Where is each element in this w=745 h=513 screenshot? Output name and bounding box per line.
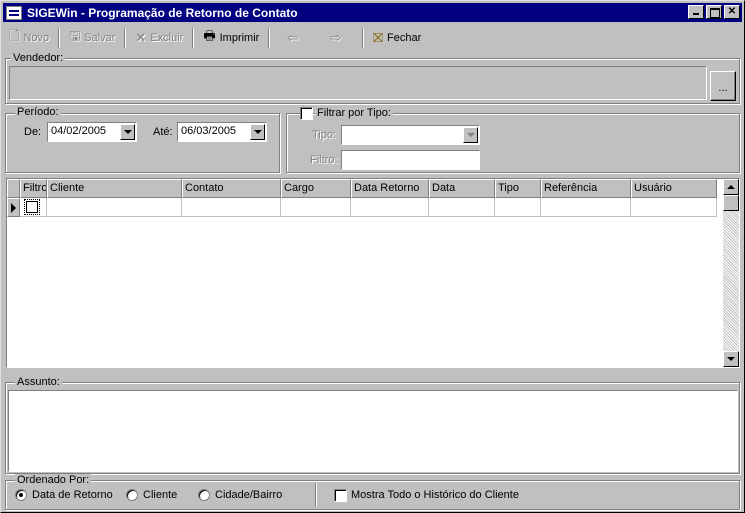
ordenado-label: Ordenado Por: bbox=[15, 474, 92, 486]
filtrar-tipo-checkbox[interactable] bbox=[300, 107, 313, 120]
cell-filtro[interactable] bbox=[20, 198, 47, 217]
title-bar[interactable]: SIGEWin - Programação de Retorno de Cont… bbox=[3, 3, 742, 22]
radio-cidade-bairro-label[interactable]: Cidade/Bairro bbox=[215, 489, 282, 501]
radio-cliente-label[interactable]: Cliente bbox=[143, 489, 177, 501]
scroll-thumb[interactable] bbox=[723, 195, 739, 211]
app-icon[interactable] bbox=[6, 5, 22, 20]
cell-usuario[interactable] bbox=[631, 198, 717, 217]
salvar-button[interactable]: 🖫 Salvar bbox=[63, 26, 121, 50]
vendedor-lookup-button[interactable]: ... bbox=[710, 71, 736, 101]
radio-data-retorno-label[interactable]: Data de Retorno bbox=[32, 489, 113, 501]
fechar-button[interactable]: ⛝ Fechar bbox=[367, 26, 427, 50]
cell-data[interactable] bbox=[429, 198, 495, 217]
filtrar-tipo-label: Filtrar por Tipo: bbox=[315, 107, 393, 119]
vendedor-field[interactable] bbox=[9, 66, 707, 100]
minimize-button[interactable] bbox=[688, 5, 704, 19]
new-document-icon: 🗋 bbox=[9, 28, 20, 43]
column-header-filtro[interactable]: Filtro bbox=[20, 179, 47, 198]
next-button[interactable]: ⇨ bbox=[316, 26, 359, 50]
periodo-label: Período: bbox=[15, 106, 61, 118]
cell-referencia[interactable] bbox=[541, 198, 631, 217]
cell-cliente[interactable] bbox=[47, 198, 182, 217]
toolbar-separator bbox=[362, 28, 365, 48]
close-button[interactable]: ✕ bbox=[724, 5, 740, 19]
filtro-cell-checkbox[interactable] bbox=[24, 199, 40, 215]
chevron-down-icon[interactable] bbox=[120, 124, 135, 140]
current-row-indicator-icon bbox=[7, 198, 20, 217]
tipo-label: Tipo: bbox=[312, 129, 337, 141]
column-header-tipo[interactable]: Tipo bbox=[495, 179, 541, 198]
filtro-label: Filtro: bbox=[310, 154, 338, 166]
arrow-right-icon: ⇨ bbox=[330, 30, 342, 45]
cell-tipo[interactable] bbox=[495, 198, 541, 217]
vendedor-label: Vendedor: bbox=[11, 52, 66, 64]
excluir-button[interactable]: ✕ Excluir bbox=[129, 26, 189, 50]
tipo-combo[interactable] bbox=[341, 125, 480, 145]
grid-vertical-scrollbar[interactable] bbox=[723, 179, 739, 367]
main-window: SIGEWin - Programação de Retorno de Cont… bbox=[0, 0, 745, 513]
historico-label[interactable]: Mostra Todo o Histórico do Cliente bbox=[351, 489, 519, 501]
ate-label: Até: bbox=[153, 126, 173, 138]
toolbar-separator bbox=[124, 28, 127, 48]
imprimir-button[interactable]: 🖶 Imprimir bbox=[197, 26, 265, 50]
novo-button[interactable]: 🗋 Novo bbox=[3, 26, 55, 50]
cell-cargo[interactable] bbox=[281, 198, 351, 217]
chevron-down-icon[interactable] bbox=[463, 127, 478, 143]
window-title: SIGEWin - Programação de Retorno de Cont… bbox=[27, 5, 298, 20]
delete-x-icon: ✕ bbox=[135, 30, 147, 45]
exit-door-icon: ⛝ bbox=[373, 30, 384, 45]
assunto-label: Assunto: bbox=[15, 376, 62, 388]
de-date-combo[interactable]: 04/02/2005 bbox=[47, 122, 137, 142]
cell-contato[interactable] bbox=[182, 198, 281, 217]
cell-data-retorno[interactable] bbox=[351, 198, 429, 217]
ordenado-separator bbox=[315, 483, 317, 507]
previous-button[interactable]: ⇦ bbox=[273, 26, 316, 50]
column-header-referencia[interactable]: Referência bbox=[541, 179, 631, 198]
ate-date-combo[interactable]: 06/03/2005 bbox=[177, 122, 267, 142]
toolbar-separator bbox=[268, 28, 271, 48]
contacts-grid[interactable]: Filtro Cliente Contato Cargo Data Retorn… bbox=[6, 178, 740, 368]
column-header-contato[interactable]: Contato bbox=[182, 179, 281, 198]
toolbar-separator bbox=[58, 28, 61, 48]
column-header-usuario[interactable]: Usuário bbox=[631, 179, 717, 198]
column-header-cliente[interactable]: Cliente bbox=[47, 179, 182, 198]
filtro-input[interactable] bbox=[341, 150, 480, 170]
arrow-left-icon: ⇦ bbox=[287, 30, 299, 45]
toolbar: 🗋 Novo 🖫 Salvar ✕ Excluir 🖶 Imprimir ⇦ ⇨… bbox=[3, 25, 742, 51]
radio-data-retorno[interactable] bbox=[15, 489, 27, 501]
chevron-down-icon[interactable] bbox=[250, 124, 265, 140]
radio-cidade-bairro[interactable] bbox=[198, 489, 210, 501]
printer-icon: 🖶 bbox=[203, 28, 216, 43]
maximize-button[interactable] bbox=[706, 5, 722, 19]
grid-header-indicator bbox=[7, 179, 20, 198]
column-header-cargo[interactable]: Cargo bbox=[281, 179, 351, 198]
historico-checkbox[interactable] bbox=[334, 489, 347, 502]
table-row[interactable] bbox=[7, 198, 717, 217]
assunto-textarea[interactable] bbox=[8, 390, 738, 472]
column-header-data-retorno[interactable]: Data Retorno bbox=[351, 179, 429, 198]
radio-cliente[interactable] bbox=[126, 489, 138, 501]
grid-header: Filtro Cliente Contato Cargo Data Retorn… bbox=[7, 179, 717, 198]
toolbar-separator bbox=[192, 28, 195, 48]
scroll-down-icon[interactable] bbox=[723, 351, 739, 367]
scroll-up-icon[interactable] bbox=[723, 179, 739, 195]
de-label: De: bbox=[24, 126, 42, 138]
save-disk-icon: 🖫 bbox=[69, 28, 81, 43]
column-header-data[interactable]: Data bbox=[429, 179, 495, 198]
